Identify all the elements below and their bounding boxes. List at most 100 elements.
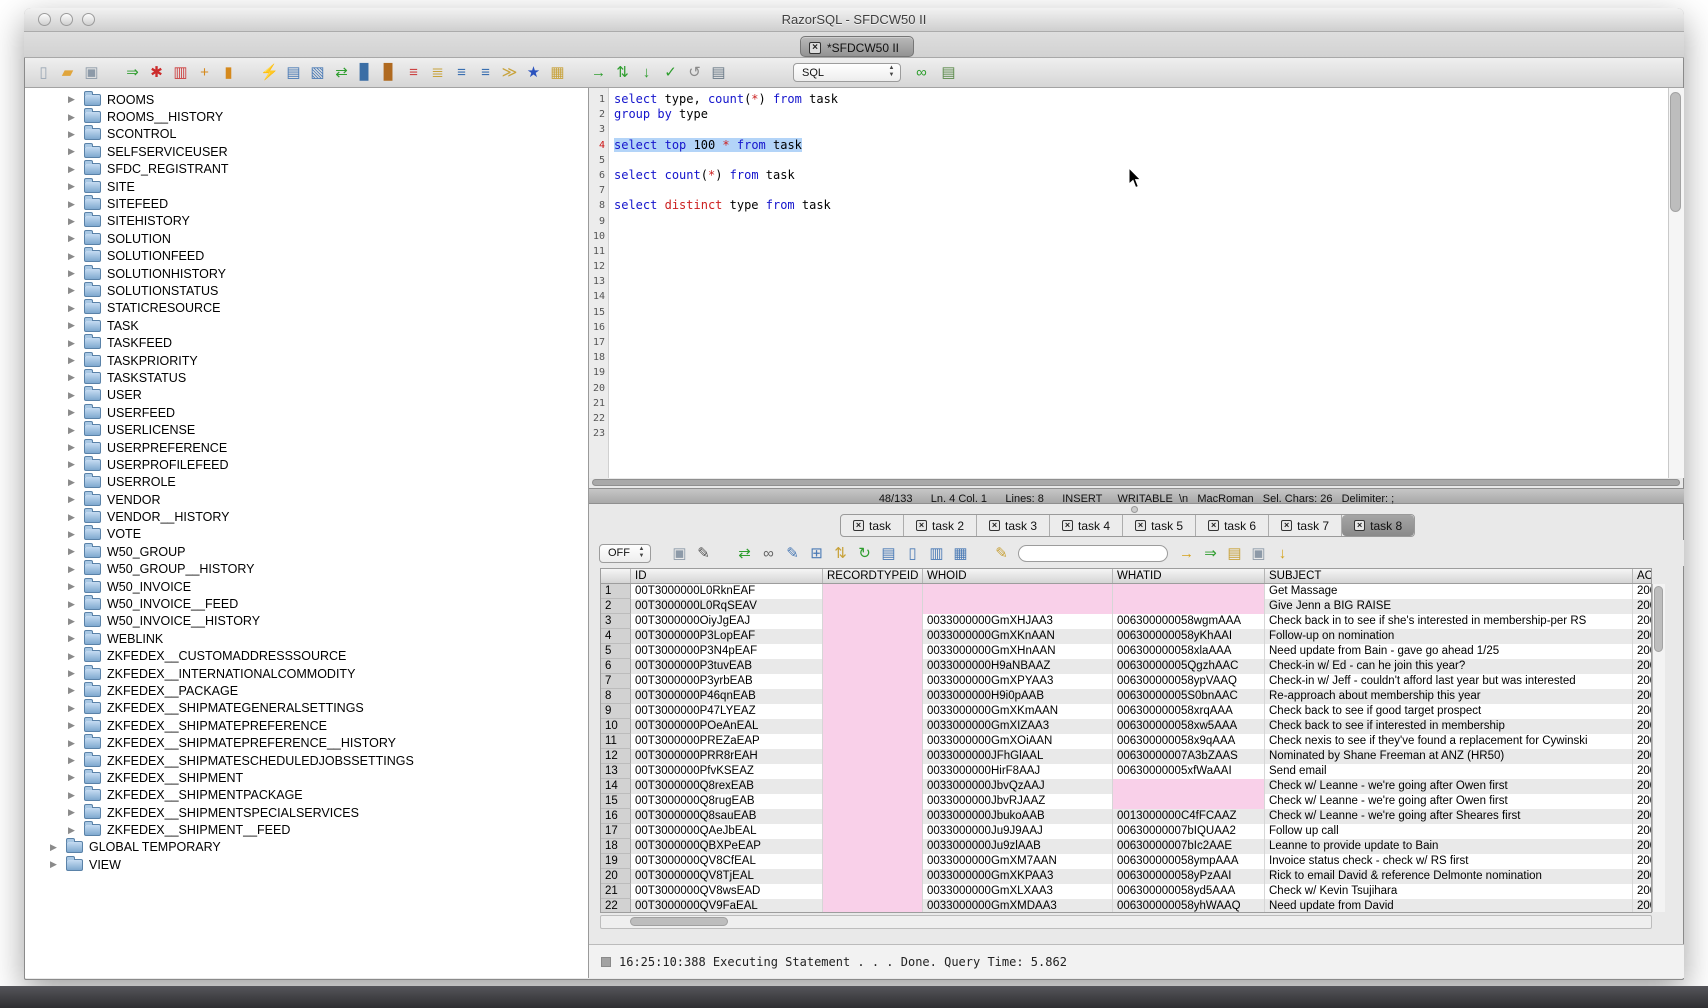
fetch-down-icon[interactable]: ↓ <box>636 62 657 83</box>
grid-cell-id[interactable]: 00T3000000QAeJbEAL <box>631 824 823 839</box>
grid-cell-whatid[interactable]: 00630000005xfWaAAI <box>1113 764 1265 779</box>
table-row[interactable]: 600T3000000P3tuvEAB0033000000H9aNBAAZ006… <box>601 659 1651 674</box>
grid-cell-activity[interactable]: 200 <box>1633 599 1652 614</box>
grid-cell-whatid[interactable]: 006300000058x9qAAA <box>1113 734 1265 749</box>
editor-line[interactable]: group by type <box>614 107 838 122</box>
grid-cell-activity[interactable]: 200 <box>1633 854 1652 869</box>
disclosure-triangle-icon[interactable]: ▶ <box>68 512 84 523</box>
tree-item-zkfedex__shipment__feed[interactable]: ▶ZKFEDEX__SHIPMENT__FEED <box>25 821 588 838</box>
editor-line[interactable] <box>614 122 838 137</box>
grid-cell-recordtypeid[interactable] <box>823 719 923 734</box>
grid-cell-id[interactable]: 00T3000000Q8rugEAB <box>631 794 823 809</box>
grid-cell-recordtypeid[interactable] <box>823 839 923 854</box>
find-next-icon[interactable]: → <box>1176 543 1197 564</box>
grid-cell-subject[interactable]: Check-in w/ Ed - can he join this year? <box>1265 659 1633 674</box>
grid-cell-whatid[interactable]: 006300000058wgmAAA <box>1113 614 1265 629</box>
grid-cell-id[interactable]: 00T3000000PRR8rEAH <box>631 749 823 764</box>
table-row[interactable]: 700T3000000P3yrbEAB0033000000GmXPYAA3006… <box>601 674 1651 689</box>
tree-item-userprofilefeed[interactable]: ▶USERPROFILEFEED <box>25 456 588 473</box>
editor-line[interactable] <box>614 214 838 229</box>
grid-cell-id[interactable]: 00T3000000QV8TjEAL <box>631 869 823 884</box>
disclosure-triangle-icon[interactable]: ▶ <box>68 407 84 418</box>
grid-cell-subject[interactable]: Re-approach about membership this year <box>1265 689 1633 704</box>
grid-cell-activity[interactable]: 200 <box>1633 644 1652 659</box>
table-row[interactable]: 2200T3000000QV9FaEAL0033000000GmXMDAA300… <box>601 899 1651 913</box>
editor-line[interactable]: select distinct type from task <box>614 198 838 213</box>
edit-mode-icon[interactable]: ✎ <box>782 543 803 564</box>
filter-pen-icon[interactable]: ✎ <box>693 543 714 564</box>
editor-line[interactable] <box>614 244 838 259</box>
table-row[interactable]: 1900T3000000QV8CfEAL0033000000GmXM7AAN00… <box>601 854 1651 869</box>
grid-cell-id[interactable]: 00T3000000L0RknEAF <box>631 584 823 599</box>
tree-item-w50_invoice__feed[interactable]: ▶W50_INVOICE__FEED <box>25 595 588 612</box>
book-edit-icon[interactable]: ▊ <box>379 62 400 83</box>
grid-cell-recordtypeid[interactable] <box>823 779 923 794</box>
tree-item-zkfedex__shipmatepreference[interactable]: ▶ZKFEDEX__SHIPMATEPREFERENCE <box>25 717 588 734</box>
tree-item-rooms__history[interactable]: ▶ROOMS__HISTORY <box>25 108 588 125</box>
tree-item-sitehistory[interactable]: ▶SITEHISTORY <box>25 213 588 230</box>
grid-cell-whatid[interactable]: 00630000005S0bnAAC <box>1113 689 1265 704</box>
table-row[interactable]: 500T3000000P3N4pEAF0033000000GmXHnAAN006… <box>601 644 1651 659</box>
query-builder-icon[interactable]: ▤ <box>283 62 304 83</box>
disclosure-triangle-icon[interactable]: ▶ <box>68 738 84 749</box>
disclosure-triangle-icon[interactable]: ▶ <box>68 703 84 714</box>
table-row[interactable]: 1500T3000000Q8rugEAB0033000000JbvRJAAZCh… <box>601 794 1651 809</box>
editor-line[interactable]: select top 100 * from task <box>614 138 838 153</box>
favorites-star-icon[interactable]: ★ <box>523 62 544 83</box>
describe-table-icon[interactable]: ≣ <box>427 62 448 83</box>
table-row[interactable]: 1200T3000000PRR8rEAH0033000000JFhGlAAL00… <box>601 749 1651 764</box>
grid-cell-whoid[interactable]: 0033000000H9aNBAAZ <box>923 659 1113 674</box>
editor-line[interactable] <box>614 229 838 244</box>
tree-item-userlicense[interactable]: ▶USERLICENSE <box>25 421 588 438</box>
grid-cell-whoid[interactable]: 0033000000GmXOiAAN <box>923 734 1113 749</box>
close-tab-icon[interactable]: × <box>1281 520 1292 531</box>
grid-cell-whatid[interactable] <box>1113 599 1265 614</box>
disclosure-triangle-icon[interactable]: ▶ <box>68 372 84 383</box>
tree-item-w50_group__history[interactable]: ▶W50_GROUP__HISTORY <box>25 561 588 578</box>
grid-cell-whoid[interactable]: 0033000000GmXKmAAN <box>923 704 1113 719</box>
disclosure-triangle-icon[interactable]: ▶ <box>68 477 84 488</box>
column-header-ID[interactable]: ID <box>631 569 823 583</box>
grid-cell-activity[interactable]: 200 <box>1633 839 1652 854</box>
grid-cell-recordtypeid[interactable] <box>823 734 923 749</box>
disclosure-triangle-icon[interactable]: ▶ <box>68 720 84 731</box>
grid-horizontal-scrollbar[interactable] <box>600 915 1652 929</box>
tree-item-zkfedex__customaddresssource[interactable]: ▶ZKFEDEX__CUSTOMADDRESSSOURCE <box>25 648 588 665</box>
highlight-pen-icon[interactable]: ✎ <box>991 543 1012 564</box>
grid-cell-recordtypeid[interactable] <box>823 749 923 764</box>
disclosure-triangle-icon[interactable]: ▶ <box>68 825 84 836</box>
grid-cell-whoid[interactable]: 0033000000JbvQzAAJ <box>923 779 1113 794</box>
tree-item-selfserviceuser[interactable]: ▶SELFSERVICEUSER <box>25 143 588 160</box>
grid-cell-activity[interactable]: 200 <box>1633 734 1652 749</box>
select-columns-icon[interactable]: ▤ <box>878 543 899 564</box>
close-tab-icon[interactable]: × <box>1135 520 1146 531</box>
grid-cell-whoid[interactable]: 0033000000GmXLXAA3 <box>923 884 1113 899</box>
grid-cell-id[interactable]: 00T3000000P3tuvEAB <box>631 659 823 674</box>
editor-line[interactable] <box>614 350 838 365</box>
grid-cell-whoid[interactable]: 0033000000H9i0pAAB <box>923 689 1113 704</box>
tree-item-userrole[interactable]: ▶USERROLE <box>25 474 588 491</box>
grid-cell-recordtypeid[interactable] <box>823 899 923 913</box>
tree-item-taskfeed[interactable]: ▶TASKFEED <box>25 334 588 351</box>
grid-cell-whoid[interactable]: 0033000000JbukoAAB <box>923 809 1113 824</box>
grid-cell-whatid[interactable]: 006300000058xrqAAA <box>1113 704 1265 719</box>
tree-item-solution[interactable]: ▶SOLUTION <box>25 230 588 247</box>
grid-cell-activity[interactable]: 200 <box>1633 629 1652 644</box>
editor-line[interactable] <box>614 396 838 411</box>
tree-item-w50_invoice__history[interactable]: ▶W50_INVOICE__HISTORY <box>25 613 588 630</box>
grid-cell-id[interactable]: 00T3000000QV8wsEAD <box>631 884 823 899</box>
close-tab-icon[interactable]: × <box>916 520 927 531</box>
disclosure-triangle-icon[interactable]: ▶ <box>68 164 84 175</box>
insert-row-icon[interactable]: ⊞ <box>806 543 827 564</box>
disclosure-triangle-icon[interactable]: ▶ <box>68 181 84 192</box>
statement-type-select[interactable]: SQL ▲▼ <box>793 63 901 82</box>
pane-splitter-handle[interactable] <box>1131 506 1138 513</box>
grid-cell-recordtypeid[interactable] <box>823 809 923 824</box>
grid-cell-subject[interactable]: Check w/ Kevin Tsujihara <box>1265 884 1633 899</box>
editor-line[interactable] <box>614 365 838 380</box>
editor-line[interactable] <box>614 259 838 274</box>
disclosure-triangle-icon[interactable]: ▶ <box>68 685 84 696</box>
tree-item-sfdc_registrant[interactable]: ▶SFDC_REGISTRANT <box>25 161 588 178</box>
grid-cell-activity[interactable]: 200 <box>1633 719 1652 734</box>
grid-cell-subject[interactable]: Invoice status check - check w/ RS first <box>1265 854 1633 869</box>
